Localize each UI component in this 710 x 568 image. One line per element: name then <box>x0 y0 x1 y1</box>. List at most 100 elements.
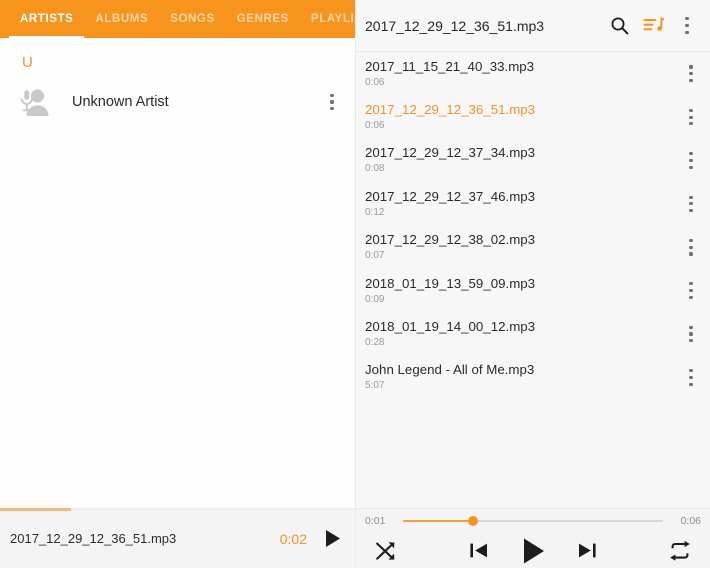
more-vertical-icon-dot <box>689 122 693 126</box>
table-row[interactable]: 2017_12_29_12_38_02.mp3 0:07 <box>356 226 710 269</box>
track-title: 2017_12_29_12_36_51.mp3 <box>365 102 536 118</box>
more-vertical-icon-dot <box>689 165 693 169</box>
seek-thumb[interactable] <box>468 516 479 526</box>
library-tabbar: ARTISTS ALBUMS SONGS GENRES PLAYLISTS <box>0 0 355 38</box>
track-info: 2017_11_15_21_40_33.mp3 0:06 <box>365 59 676 89</box>
artist-microphone-icon <box>14 82 54 122</box>
skip-previous-icon[interactable] <box>464 534 494 568</box>
track-overflow-menu[interactable] <box>676 182 706 226</box>
more-vertical-icon-dot <box>689 295 693 300</box>
more-vertical-icon-dot <box>689 245 693 249</box>
track-overflow-menu[interactable] <box>676 52 706 96</box>
seek-elapsed-label: 0:01 <box>365 515 386 527</box>
track-title: John Legend - All of Me.mp3 <box>365 362 535 378</box>
more-vertical-icon-dot <box>689 382 693 386</box>
more-vertical-icon-dot <box>689 289 693 293</box>
library-pane: ARTISTS ALBUMS SONGS GENRES PLAYLISTS U <box>0 0 355 508</box>
more-vertical-icon-dot <box>689 65 693 69</box>
tab-artists[interactable]: ARTISTS <box>9 0 85 38</box>
track-title: 2017_11_15_21_40_33.mp3 <box>365 58 535 74</box>
queue-track-list[interactable]: 2017_11_15_21_40_33.mp3 0:06 2017_12_29_… <box>356 52 710 508</box>
more-vertical-icon-dot <box>685 30 689 34</box>
queue-header-title: 2017_12_29_12_36_51.mp3 <box>365 17 545 34</box>
track-duration: 0:12 <box>365 206 385 218</box>
more-vertical-icon-dot <box>685 23 689 28</box>
table-row[interactable]: 2017_11_15_21_40_33.mp3 0:06 <box>356 52 710 95</box>
track-overflow-menu[interactable] <box>676 138 706 182</box>
table-row[interactable]: 2018_01_19_13_59_09.mp3 0:09 <box>356 269 710 312</box>
seek-row: 0:01 0:06 <box>356 509 710 533</box>
more-vertical-icon-dot <box>689 152 693 156</box>
shuffle-icon[interactable] <box>366 534 406 568</box>
list-item-artist[interactable]: Unknown Artist <box>0 74 355 130</box>
music-player-app: ARTISTS ALBUMS SONGS GENRES PLAYLISTS U <box>0 0 710 568</box>
more-vertical-icon <box>672 4 702 48</box>
more-vertical-icon-dot <box>689 332 693 336</box>
track-overflow-menu[interactable] <box>676 355 706 399</box>
queue-header: 2017_12_29_12_36_51.mp3 <box>356 0 710 52</box>
seek-total-label: 0:06 <box>680 515 701 527</box>
more-vertical-icon-dot <box>689 209 693 213</box>
track-overflow-menu[interactable] <box>676 225 706 269</box>
more-vertical-icon-dot <box>330 107 334 111</box>
table-row[interactable]: 2018_01_19_14_00_12.mp3 0:28 <box>356 312 710 355</box>
seek-slider[interactable] <box>403 512 663 530</box>
repeat-icon[interactable] <box>660 534 700 568</box>
mini-progress-bar[interactable] <box>0 508 355 511</box>
more-vertical-icon-dot <box>689 108 693 112</box>
track-info: 2018_01_19_13_59_09.mp3 0:09 <box>365 276 676 306</box>
tab-albums[interactable]: ALBUMS <box>84 0 159 38</box>
track-info: 2017_12_29_12_37_46.mp3 0:12 <box>365 189 676 219</box>
more-vertical-icon-dot <box>689 375 693 380</box>
more-vertical-icon-dot <box>689 325 693 329</box>
track-duration: 0:08 <box>365 163 385 175</box>
track-duration: 0:09 <box>365 293 385 305</box>
track-duration: 0:07 <box>365 250 385 262</box>
track-overflow-menu[interactable] <box>676 312 706 356</box>
playlist-queue-icon[interactable] <box>636 6 670 46</box>
more-vertical-icon-dot <box>689 238 693 243</box>
tab-songs[interactable]: SONGS <box>159 0 226 38</box>
transport-center <box>406 534 660 568</box>
more-vertical-icon-dot <box>689 115 693 119</box>
track-info: 2017_12_29_12_36_51.mp3 0:06 <box>365 102 676 132</box>
track-duration: 5:07 <box>365 380 385 392</box>
tab-playlists-label: PLAYLISTS <box>310 13 355 25</box>
more-vertical-icon-dot <box>689 252 693 256</box>
more-vertical-icon-dot <box>689 195 693 199</box>
more-vertical-icon-dot <box>689 339 693 343</box>
mini-player[interactable]: 2017_12_29_12_36_51.mp3 0:02 <box>0 508 355 568</box>
track-title: 2017_12_29_12_38_02.mp3 <box>365 232 536 248</box>
play-icon[interactable] <box>516 534 550 568</box>
more-vertical-icon-dot <box>330 100 334 104</box>
more-vertical-icon-dot <box>685 17 689 21</box>
track-title: 2018_01_19_13_59_09.mp3 <box>365 275 536 291</box>
tab-albums-label: ALBUMS <box>95 13 149 25</box>
queue-overflow-menu[interactable] <box>670 6 704 46</box>
track-info: 2018_01_19_14_00_12.mp3 0:28 <box>365 319 676 349</box>
table-row[interactable]: 2017_12_29_12_37_46.mp3 0:12 <box>356 182 710 225</box>
more-vertical-icon-dot <box>689 72 693 76</box>
player-controls: 0:01 0:06 <box>355 509 710 568</box>
section-header-letter: U <box>22 54 33 71</box>
more-vertical-icon-dot <box>689 202 693 206</box>
mini-progress-fill <box>0 508 71 511</box>
table-row[interactable]: 2017_12_29_12_37_34.mp3 0:08 <box>356 139 710 182</box>
track-info: 2017_12_29_12_37_34.mp3 0:08 <box>365 145 676 175</box>
search-icon[interactable] <box>602 6 636 46</box>
artist-overflow-menu[interactable] <box>317 80 347 124</box>
track-overflow-menu[interactable] <box>676 95 706 139</box>
table-row[interactable]: John Legend - All of Me.mp3 5:07 <box>356 356 710 399</box>
tab-playlists[interactable]: PLAYLISTS <box>300 0 355 38</box>
track-info: 2017_12_29_12_38_02.mp3 0:07 <box>365 232 676 262</box>
queue-pane: 2017_12_29_12_36_51.mp3 2017_11_15_21_40… <box>355 0 710 508</box>
table-row[interactable]: 2017_12_29_12_36_51.mp3 0:06 <box>356 95 710 138</box>
tab-genres-label: GENRES <box>236 13 289 25</box>
play-icon[interactable] <box>317 519 347 559</box>
tab-genres[interactable]: GENRES <box>226 0 300 38</box>
track-title: 2018_01_19_14_00_12.mp3 <box>365 319 536 335</box>
more-vertical-icon-dot <box>689 369 693 373</box>
skip-next-icon[interactable] <box>572 534 602 568</box>
track-overflow-menu[interactable] <box>676 269 706 313</box>
track-duration: 0:06 <box>365 120 385 132</box>
